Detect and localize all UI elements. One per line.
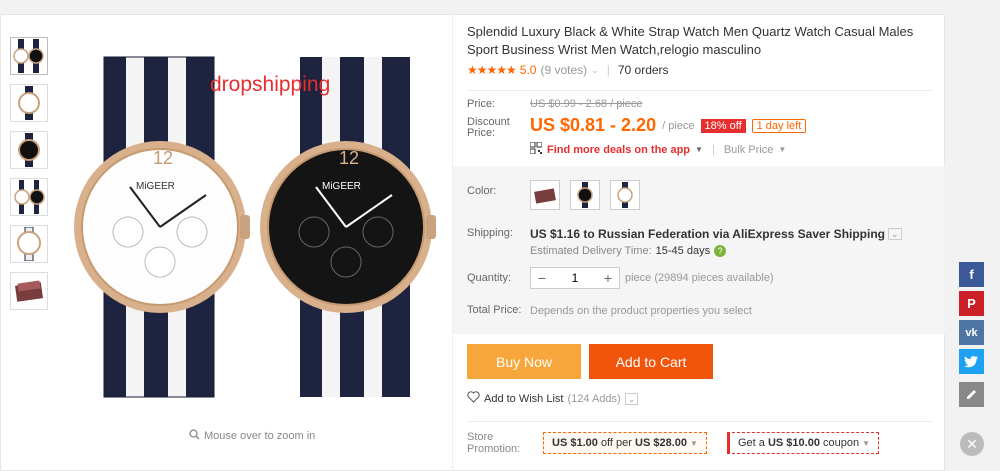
thumbnail-list bbox=[10, 37, 50, 319]
quantity-label: Quantity: bbox=[467, 272, 512, 284]
heart-icon[interactable] bbox=[467, 391, 480, 406]
per-piece-label: / piece bbox=[662, 119, 695, 132]
rating-votes[interactable]: (9 votes) bbox=[540, 63, 587, 77]
price-label: Price: bbox=[467, 98, 496, 110]
estimated-delivery: Estimated Delivery Time: 15-45 days ? bbox=[530, 245, 727, 257]
quantity-available: piece (29894 pieces available) bbox=[625, 272, 774, 284]
thumbnail-black-watch[interactable] bbox=[10, 131, 48, 169]
product-title: Splendid Luxury Black & White Strap Watc… bbox=[467, 24, 914, 57]
buy-now-button[interactable]: Buy Now bbox=[467, 344, 581, 379]
product-info-panel: Splendid Luxury Black & White Strap Watc… bbox=[452, 14, 945, 471]
chevron-down-icon[interactable]: ⌄ bbox=[888, 228, 902, 240]
orders-count: 70 orders bbox=[617, 63, 669, 77]
color-option-white[interactable] bbox=[610, 180, 640, 210]
thumbnail-white-watch-closeup[interactable] bbox=[10, 225, 48, 263]
thumbnail-white-watch[interactable] bbox=[10, 84, 48, 122]
caret-down-icon[interactable]: ▼ bbox=[778, 145, 786, 154]
rating-stars: ★★★★★ bbox=[467, 63, 517, 77]
caret-down-icon[interactable]: ▼ bbox=[862, 439, 870, 448]
vk-icon[interactable]: vk bbox=[959, 320, 984, 345]
increment-button[interactable]: + bbox=[597, 268, 619, 288]
quantity-input[interactable] bbox=[553, 271, 597, 285]
time-left-badge: 1 day left bbox=[751, 118, 807, 133]
thumbnail-two-watches-side[interactable] bbox=[10, 178, 48, 216]
rating-row: ★★★★★ 5.0 (9 votes) ⌄ | 70 orders bbox=[467, 63, 669, 77]
total-price-label: Total Price: bbox=[467, 304, 522, 316]
chevron-down-icon[interactable]: ⌄ bbox=[591, 65, 599, 76]
zoom-hint-text: Mouse over to zoom in bbox=[204, 430, 316, 442]
white-dial-watch: 12 MiGEER bbox=[74, 56, 250, 398]
qr-code-icon bbox=[529, 141, 543, 157]
svg-text:MiGEER: MiGEER bbox=[136, 181, 175, 192]
twitter-icon[interactable] bbox=[959, 349, 984, 374]
shipping-method[interactable]: US $1.16 to Russian Federation via AliEx… bbox=[530, 227, 885, 241]
svg-text:12: 12 bbox=[339, 148, 359, 168]
discount-price: US $0.81 - 2.20 bbox=[530, 115, 657, 135]
divider: | bbox=[606, 63, 610, 77]
svg-text:12: 12 bbox=[153, 148, 173, 168]
color-option-gift-box[interactable] bbox=[530, 180, 560, 210]
pinterest-icon[interactable]: P bbox=[959, 291, 984, 316]
coupon-threshold: US $28.00 bbox=[635, 437, 687, 449]
color-label: Color: bbox=[467, 185, 497, 197]
help-icon[interactable]: ? bbox=[714, 245, 727, 257]
rating-score[interactable]: 5.0 bbox=[520, 63, 537, 77]
store-coupon-offer[interactable]: Get a US $10.00 coupon ▼ bbox=[727, 432, 880, 454]
wish-list-row[interactable]: Add to Wish List (124 Adds) ⌄ bbox=[467, 391, 639, 406]
chevron-down-icon[interactable]: ⌄ bbox=[624, 392, 639, 405]
discount-price-row: US $0.81 - 2.20 / piece 18% off 1 day le… bbox=[530, 115, 807, 136]
divider: | bbox=[711, 143, 715, 156]
wish-list-count: (124 Adds) bbox=[567, 392, 621, 405]
facebook-icon[interactable]: f bbox=[959, 262, 984, 287]
discount-price-label: Discount Price: bbox=[467, 116, 510, 139]
estimated-delivery-days: 15-45 days bbox=[655, 245, 711, 257]
edit-icon[interactable] bbox=[959, 382, 984, 407]
social-share-bar: f P vk bbox=[959, 262, 984, 411]
wish-list-label[interactable]: Add to Wish List bbox=[484, 393, 563, 405]
bulk-price-link[interactable]: Bulk Price bbox=[724, 144, 774, 156]
coupon-amount: US $1.00 bbox=[552, 437, 598, 449]
quantity-stepper: − + bbox=[530, 267, 620, 289]
estimated-delivery-label: Estimated Delivery Time: bbox=[530, 245, 652, 257]
decrement-button[interactable]: − bbox=[531, 268, 553, 288]
add-to-cart-button[interactable]: Add to Cart bbox=[589, 344, 713, 379]
caret-down-icon[interactable]: ▼ bbox=[695, 145, 703, 154]
coupon-prefix: Get a bbox=[738, 437, 765, 449]
store-promotion-label: Store Promotion: bbox=[467, 431, 521, 455]
caret-down-icon[interactable]: ▼ bbox=[690, 439, 698, 448]
magnifier-icon bbox=[189, 429, 200, 443]
shipping-label: Shipping: bbox=[467, 227, 513, 239]
shipping-info[interactable]: US $1.16 to Russian Federation via AliEx… bbox=[530, 227, 902, 241]
discount-badge: 18% off bbox=[700, 118, 746, 133]
divider bbox=[467, 90, 933, 91]
total-price-description: Depends on the product properties you se… bbox=[530, 305, 752, 317]
coupon-text: off per bbox=[600, 437, 632, 449]
black-dial-watch: 12 MiGEER bbox=[260, 57, 436, 397]
thumbnail-two-watches[interactable] bbox=[10, 37, 48, 75]
app-deals-row: Find more deals on the app ▼ | Bulk Pric… bbox=[529, 141, 786, 157]
close-icon[interactable]: ✕ bbox=[960, 432, 984, 456]
original-price: US $0.99 - 2.68 / piece bbox=[530, 98, 643, 110]
divider bbox=[467, 421, 933, 422]
svg-text:MiGEER: MiGEER bbox=[322, 181, 361, 192]
store-coupon-discount[interactable]: US $1.00 off per US $28.00 ▼ bbox=[543, 432, 707, 454]
zoom-hint: Mouse over to zoom in bbox=[189, 429, 315, 443]
find-deals-link[interactable]: Find more deals on the app bbox=[547, 144, 690, 156]
thumbnail-gift-box[interactable] bbox=[10, 272, 48, 310]
color-option-black[interactable] bbox=[570, 180, 600, 210]
watermark-text: dropshipping bbox=[210, 73, 331, 96]
coupon-suffix: coupon bbox=[823, 437, 860, 449]
coupon-amount: US $10.00 bbox=[767, 437, 820, 449]
